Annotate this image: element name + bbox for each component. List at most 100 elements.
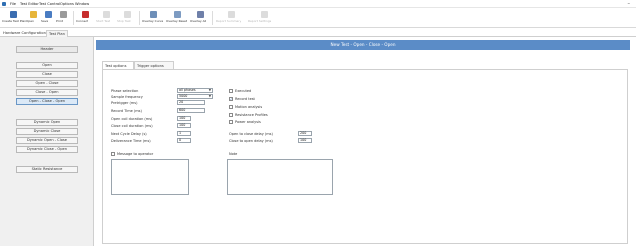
sidebar-item-dynamic-open-close[interactable]: Dynamic Open - Close [16,137,78,144]
toolbar: Create Test Plan Open Save Print Connect… [0,8,636,28]
report-settings-icon [260,11,268,18]
toolbar-separator [212,11,213,25]
open-to-close-delay-input[interactable]: 200 [298,131,312,136]
message-to-operator-label: Message to operator [117,152,154,156]
record-test-label: Record test [235,97,255,101]
toolbar-separator [73,11,74,25]
report-summary-icon [227,11,235,18]
resistance-profiles-checkbox[interactable] [229,113,233,117]
overlay-curve-button[interactable]: Overlay Curve [142,9,164,27]
next-cycle-delay-label: Next Cycle Delay (s) [111,132,147,136]
connect-icon [81,11,89,18]
chevron-down-icon: ▼ [208,88,211,92]
phase-selection-label: Phase selection [111,89,139,93]
sidebar: Header Open Close Open - Close Close - O… [0,37,94,246]
stop-test-button[interactable]: Stop Test [117,9,137,27]
overlay-all-icon [196,11,204,18]
notes-textarea[interactable] [227,159,333,195]
sidebar-item-static-resistance[interactable]: Static Resistance [16,166,78,173]
executed-checkbox[interactable] [229,89,233,93]
menu-test-editor[interactable]: Test Editor [20,2,39,6]
tab-hardware-configuration[interactable]: Hardware Configuration [1,30,48,38]
folder-icon [29,11,37,18]
app-icon [2,1,6,6]
start-test-icon [102,11,110,18]
sidebar-item-open-close-open[interactable]: Open - Close - Open [16,98,78,105]
power-analysis-label: Power analysis [235,120,261,124]
toolbar-label: Stop Test [117,20,131,23]
sidebar-header-button[interactable]: Header [16,46,78,53]
sidebar-item-close-open[interactable]: Close - Open [16,89,78,96]
phase-selection-value: all phases [179,88,196,92]
toolbar-label: Start Test [96,20,111,23]
motion-analysis-label: Motion analysis [235,105,263,109]
workspace-tabs: Hardware Configuration Test Plan [0,29,636,37]
sidebar-item-open[interactable]: Open [16,62,78,69]
test-options-panel: Phase selection all phases ▼ Sample freq… [102,69,628,244]
message-to-operator-checkbox[interactable] [111,152,115,156]
sidebar-item-dynamic-close-open[interactable]: Dynamic Close - Open [16,146,78,153]
sidebar-item-close[interactable]: Close [16,71,78,78]
message-to-operator-textarea[interactable] [111,159,189,195]
stop-test-icon [123,11,131,18]
close-to-open-delay-input[interactable]: 100 [298,138,312,143]
tab-test-plan[interactable]: Test Plan [46,29,68,37]
deliverance-time-input[interactable]: 0 [177,138,191,143]
start-test-button[interactable]: Start Test [96,9,116,27]
power-analysis-checkbox[interactable] [229,120,233,124]
menu-file[interactable]: File [10,2,16,6]
phase-selection-select[interactable]: all phases ▼ [177,88,213,93]
record-test-checkbox[interactable]: ✓ [229,97,233,101]
connect-button[interactable]: Connect [76,9,94,27]
toolbar-label: Overlay Reset [166,20,187,23]
toolbar-label: Open [26,20,35,23]
print-button[interactable]: Print [56,9,70,27]
pretrigger-input[interactable]: 20 [177,100,205,105]
toolbar-label: Report Summary [216,20,242,23]
pretrigger-label: Pretrigger (ms) [111,101,138,105]
overlay-curve-icon [149,11,157,18]
report-settings-button[interactable]: Report Settings [248,9,280,27]
menu-bar: File Test Editor Test Control Options Wi… [0,0,636,8]
print-icon [59,11,67,18]
close-to-open-delay-label: Close to open delay (ms) [229,139,273,143]
toolbar-label: Save [41,20,49,23]
toolbar-label: Print [56,20,63,23]
chevron-down-icon: ▼ [208,94,211,98]
open-button[interactable]: Open [26,9,40,27]
next-cycle-delay-input[interactable]: 1 [177,131,191,136]
create-test-plan-icon [9,11,17,18]
deliverance-time-label: Deliverance Time (ms) [111,139,151,143]
motion-analysis-checkbox[interactable] [229,105,233,109]
overlay-all-button[interactable]: Overlay All [190,9,210,27]
toolbar-label: Report Settings [248,20,272,23]
sample-frequency-select[interactable]: 5000 ▼ [177,94,213,99]
open-to-close-delay-label: Open to close delay (ms) [229,132,273,136]
menu-options[interactable]: Options [60,2,74,6]
sample-frequency-value: 5000 [179,94,188,98]
close-coil-duration-input[interactable]: 100 [177,123,191,128]
open-coil-duration-input[interactable]: 100 [177,116,191,121]
window-minimize-icon[interactable]: – [628,1,631,7]
toolbar-label: Overlay Curve [142,20,164,23]
sidebar-item-dynamic-close[interactable]: Dynamic Close [16,128,78,135]
sidebar-item-dynamic-open[interactable]: Dynamic Open [16,119,78,126]
toolbar-label: Create Test Plan [2,20,27,23]
save-icon [44,11,52,18]
report-summary-button[interactable]: Report Summary [216,9,246,27]
save-button[interactable]: Save [41,9,55,27]
close-coil-duration-label: Close coil duration (ms) [111,124,153,128]
page-title: New Test - Open - Close - Open [96,40,630,50]
executed-label: Executed [235,89,252,93]
menu-window[interactable]: Window [75,2,89,6]
sample-frequency-label: Sample frequency [111,95,143,99]
menu-test-control[interactable]: Test Control [39,2,60,6]
overlay-reset-button[interactable]: Overlay Reset [166,9,188,27]
resistance-profiles-label: Resistance Profiles [235,113,268,117]
toolbar-label: Connect [76,20,89,23]
record-time-input[interactable]: 600 [177,108,205,113]
sidebar-item-open-close[interactable]: Open - Close [16,80,78,87]
notes-label: Note [229,152,238,156]
record-time-label: Record Time (ms) [111,109,142,113]
create-test-plan-button[interactable]: Create Test Plan [2,9,27,27]
